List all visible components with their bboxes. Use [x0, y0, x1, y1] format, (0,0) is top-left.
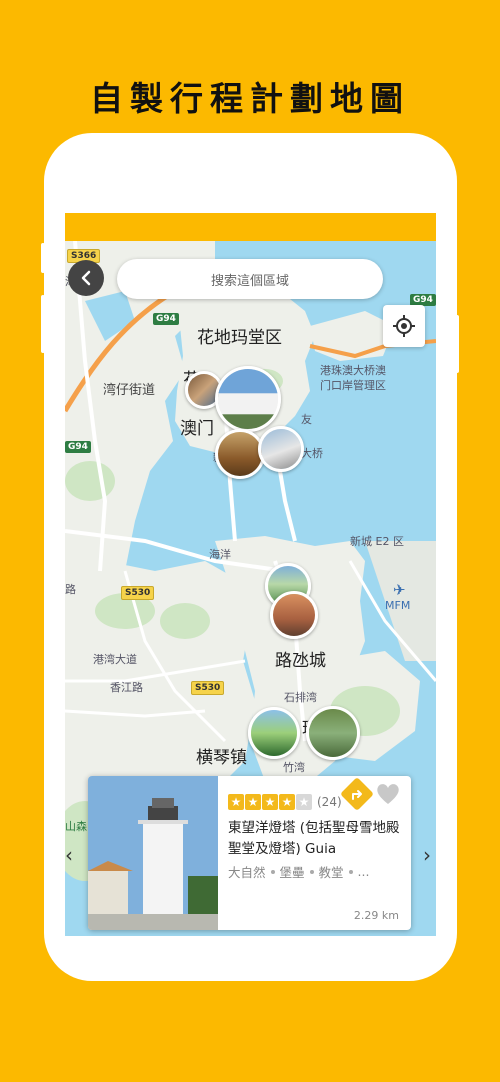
status-bar: [65, 213, 436, 241]
tag: 教堂: [318, 865, 344, 880]
next-card-arrow[interactable]: ›: [423, 843, 431, 867]
road-shield-s530: S530: [191, 681, 225, 695]
attraction-photo: [88, 776, 218, 930]
directions-button[interactable]: [340, 777, 374, 811]
review-count: (24): [317, 795, 342, 809]
attraction-card[interactable]: ★ ★ ★ ★ ★ (24) 東望洋燈塔 (包括聖母雪地殿聖堂及燈塔) Guia…: [88, 776, 411, 930]
map-label-bridge-port-2: 门口岸管理区: [320, 379, 386, 392]
map-label-hengqin: 横琴镇: [196, 748, 247, 768]
map-pin-photo[interactable]: [258, 426, 304, 472]
attraction-title: 東望洋燈塔 (包括聖母雪地殿聖堂及燈塔) Guia: [228, 820, 400, 857]
map-label-shipaiwan: 石排湾: [284, 691, 317, 704]
map-pin-guia-lighthouse[interactable]: [215, 366, 281, 432]
map-pin-photo[interactable]: [215, 429, 265, 479]
rating-stars: ★ ★ ★ ★ ★ (24): [228, 794, 342, 810]
tag: 堡壘: [279, 865, 305, 880]
attraction-tags: 大自然 堡壘 教堂 ...: [228, 862, 369, 881]
attraction-info: ★ ★ ★ ★ ★ (24) 東望洋燈塔 (包括聖母雪地殿聖堂及燈塔) Guia…: [228, 776, 411, 930]
headline: 自製行程計劃地圖: [90, 79, 410, 118]
tag: ...: [357, 864, 370, 879]
map-label-macau: 澳门: [180, 419, 214, 439]
star-icon: ★: [296, 794, 312, 810]
app-screen: S366 G94 G94 G94 S530 S530 泽镇 花地玛堂区 湾仔街道…: [65, 213, 436, 936]
map-label-haiyang: 海洋: [209, 548, 231, 561]
map-pin-photo[interactable]: [270, 591, 318, 639]
map-pin-photo[interactable]: [306, 706, 360, 760]
map-label-zhuwan: 竹湾: [283, 761, 305, 774]
map-label-gangwan: 港湾大道: [93, 653, 137, 666]
road-shield-s530: S530: [121, 586, 155, 600]
map-label-huadimatang: 花地玛堂区: [197, 328, 282, 348]
heart-icon: [377, 784, 399, 804]
map-label-xiangjiang: 香江路: [110, 681, 143, 694]
map-label-luhuan: 路氹城: [275, 651, 326, 671]
map-label-mfm: MFM: [385, 599, 411, 612]
map-label-daqiao: 大桥: [301, 447, 323, 460]
map-label-you: 友: [301, 413, 312, 426]
back-button[interactable]: [68, 260, 104, 296]
map-label-wanzai: 湾仔街道: [103, 383, 156, 398]
search-area-label: 搜索這個區域: [210, 273, 289, 289]
crosshair-icon: [393, 315, 415, 337]
previous-card-arrow[interactable]: ‹: [65, 843, 73, 867]
search-area-button[interactable]: 搜索這個區域: [117, 259, 383, 299]
favorite-button[interactable]: [375, 782, 401, 810]
star-icon: ★: [279, 794, 295, 810]
map-pin-photo[interactable]: [248, 707, 300, 759]
map-label-shansen: 山森: [65, 820, 87, 833]
locate-me-button[interactable]: [383, 305, 425, 347]
map-label-xincheng-e2: 新城 E2 区: [350, 535, 404, 548]
chevron-left-icon: [81, 270, 91, 286]
road-shield-g94: G94: [153, 313, 179, 325]
airport-icon: ✈: [393, 581, 406, 599]
star-icon: ★: [228, 794, 244, 810]
star-icon: ★: [245, 794, 261, 810]
map-label-lu: 路: [65, 583, 76, 596]
star-icon: ★: [262, 794, 278, 810]
tag: 大自然: [228, 865, 266, 880]
turn-right-icon: [352, 790, 362, 800]
map-label-bridge-port: 港珠澳大桥澳: [320, 364, 386, 377]
road-shield-g94: G94: [65, 441, 91, 453]
distance-label: 2.29 km: [353, 909, 399, 922]
